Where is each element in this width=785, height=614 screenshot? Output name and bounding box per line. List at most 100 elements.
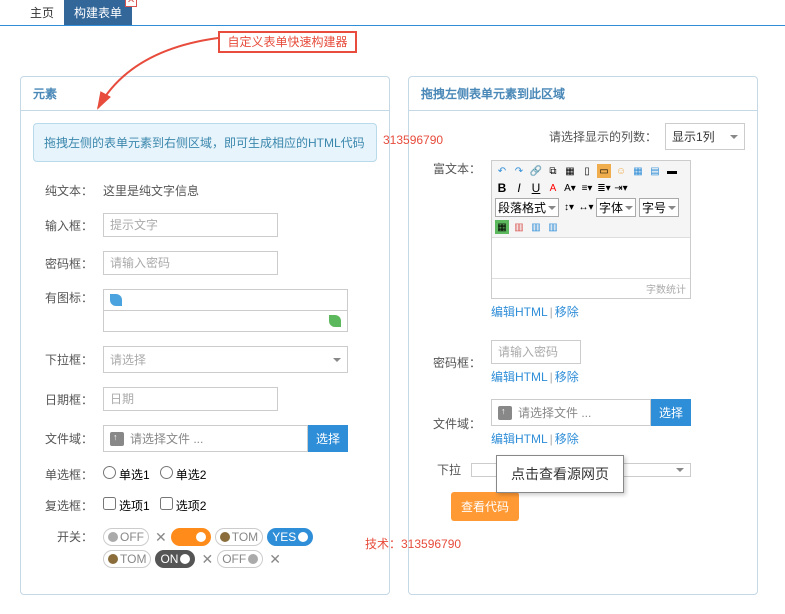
switch-on-2[interactable]: ON: [155, 550, 195, 568]
spacing-icon[interactable]: ↔▾: [579, 201, 593, 215]
password-label: 密码框：: [33, 255, 93, 272]
leaf-icon: [110, 294, 122, 306]
bold-icon[interactable]: B: [495, 181, 509, 195]
file-label: 文件域：: [33, 430, 93, 447]
cols-select[interactable]: 显示1列: [665, 123, 745, 150]
layout2-icon[interactable]: ▥: [529, 220, 543, 234]
link-icon[interactable]: 🔗: [529, 164, 543, 178]
underline-icon[interactable]: U: [529, 181, 543, 195]
hint-box: 拖拽左侧的表单元素到右侧区域，即可生成相应的HTML代码: [33, 123, 377, 162]
file-select-button[interactable]: 选择: [308, 425, 348, 452]
check-1[interactable]: 选项1: [103, 497, 150, 514]
chevron-down-icon: [730, 135, 738, 139]
upload-icon: [110, 432, 124, 446]
file-field-r[interactable]: 请选择文件 ...: [491, 399, 651, 426]
calendar-icon[interactable]: ▤: [648, 164, 662, 178]
richtext-label: 富文本：: [421, 160, 481, 177]
left-panel-title: 元素: [21, 77, 389, 111]
redo-icon[interactable]: ↷: [512, 164, 526, 178]
switch-off-1[interactable]: OFF: [103, 528, 149, 546]
switch-tom-1[interactable]: TOM: [215, 528, 263, 546]
password-label-r: 密码框：: [421, 354, 481, 371]
date-input[interactable]: [103, 387, 278, 411]
list-icon[interactable]: ≣▾: [597, 181, 611, 195]
font-select[interactable]: 字体: [596, 198, 636, 217]
tech-watermark-2: 技术：313596790: [365, 535, 461, 552]
edit-html-link[interactable]: 编辑HTML: [491, 305, 548, 319]
text-input[interactable]: [103, 213, 278, 237]
rich-text-editor[interactable]: ↶ ↷ 🔗 ⧉ ▦ ▯ ▭ ☺ ▦ ▤ ▬ B I: [491, 160, 691, 299]
select-input[interactable]: 请选择: [103, 346, 348, 373]
fontsize-select[interactable]: 字号: [639, 198, 679, 217]
indent-icon[interactable]: ⇥▾: [614, 181, 628, 195]
radio-1[interactable]: 单选1: [103, 466, 150, 483]
switch-on-1[interactable]: ON: [171, 528, 211, 546]
edit-html-link[interactable]: 编辑HTML: [491, 370, 548, 384]
layout3-icon[interactable]: ▥: [546, 220, 560, 234]
unlink-icon[interactable]: ⧉: [546, 164, 560, 178]
file-label-r: 文件域：: [421, 415, 481, 432]
date-label: 日期框：: [33, 391, 93, 408]
annotation-label: 自定义表单快速构建器: [218, 31, 357, 53]
format-select[interactable]: 段落格式: [495, 198, 559, 217]
select-placeholder: 请选择: [110, 351, 146, 368]
edit-html-link[interactable]: 编辑HTML: [491, 432, 548, 446]
switch-yes[interactable]: YES: [267, 528, 313, 546]
cols-value: 显示1列: [672, 128, 715, 145]
view-code-button[interactable]: 查看代码: [451, 492, 519, 521]
select-label: 下拉框：: [33, 351, 93, 368]
tab-build-label: 构建表单: [74, 6, 122, 20]
bgcolor-icon[interactable]: ▬: [665, 164, 679, 178]
tab-build-form[interactable]: 构建表单 ✕: [64, 0, 132, 25]
icon-input-1[interactable]: [103, 289, 348, 311]
check-label: 复选框：: [33, 497, 93, 514]
emoji-icon[interactable]: ☺: [614, 164, 628, 178]
delete-switch-icon[interactable]: ✕: [155, 529, 167, 546]
upload-icon: [498, 406, 512, 420]
file-placeholder-r: 请选择文件 ...: [518, 404, 591, 421]
switch-tom-2[interactable]: TOM: [103, 550, 151, 568]
password-input[interactable]: [103, 251, 278, 275]
file-select-button-r[interactable]: 选择: [651, 399, 691, 426]
plaintext-label: 纯文本：: [33, 182, 93, 199]
chevron-down-icon: [333, 358, 341, 362]
radio-label: 单选框：: [33, 466, 93, 483]
cols-label: 请选择显示的列数：: [549, 128, 657, 145]
radio-2[interactable]: 单选2: [160, 466, 207, 483]
map-icon[interactable]: ▭: [597, 164, 611, 178]
delete-link[interactable]: 移除: [555, 370, 579, 384]
lineheight-icon[interactable]: ↕▾: [562, 201, 576, 215]
select-label-r: 下拉: [421, 461, 461, 478]
italic-icon[interactable]: I: [512, 181, 526, 195]
tooltip-popup[interactable]: 点击查看源网页: [496, 455, 624, 493]
image-icon[interactable]: ▦: [563, 164, 577, 178]
editor-body[interactable]: [492, 238, 690, 278]
check-2[interactable]: 选项2: [160, 497, 207, 514]
backcolor-icon[interactable]: A▾: [563, 181, 577, 195]
close-icon[interactable]: ✕: [125, 0, 137, 7]
table-icon[interactable]: ▦: [631, 164, 645, 178]
fontcolor-icon[interactable]: A: [546, 181, 560, 195]
right-panel-title: 拖拽左侧表单元素到此区域: [409, 77, 757, 111]
delete-link[interactable]: 移除: [555, 305, 579, 319]
align-icon[interactable]: ≡▾: [580, 181, 594, 195]
delete-link[interactable]: 移除: [555, 432, 579, 446]
delete-switch-icon[interactable]: ✕: [269, 551, 281, 568]
grid-icon[interactable]: ▦: [495, 220, 509, 234]
video-icon[interactable]: ▯: [580, 164, 594, 178]
input-label: 输入框：: [33, 217, 93, 234]
password-input-r[interactable]: [491, 340, 581, 364]
leaf-icon: [329, 315, 341, 327]
word-count: 字数统计: [492, 278, 690, 298]
tab-home[interactable]: 主页: [20, 0, 64, 25]
plaintext-value: 这里是纯文字信息: [103, 182, 199, 199]
switch-off-2[interactable]: OFF: [217, 550, 263, 568]
layout1-icon[interactable]: ▥: [512, 220, 526, 234]
file-field[interactable]: 请选择文件 ...: [103, 425, 308, 452]
icon-label: 有图标：: [33, 289, 93, 306]
delete-switch-icon[interactable]: ✕: [201, 551, 213, 568]
icon-input-2[interactable]: [103, 310, 348, 332]
undo-icon[interactable]: ↶: [495, 164, 509, 178]
editor-toolbar: ↶ ↷ 🔗 ⧉ ▦ ▯ ▭ ☺ ▦ ▤ ▬ B I: [492, 161, 690, 238]
file-placeholder: 请选择文件 ...: [130, 430, 203, 447]
